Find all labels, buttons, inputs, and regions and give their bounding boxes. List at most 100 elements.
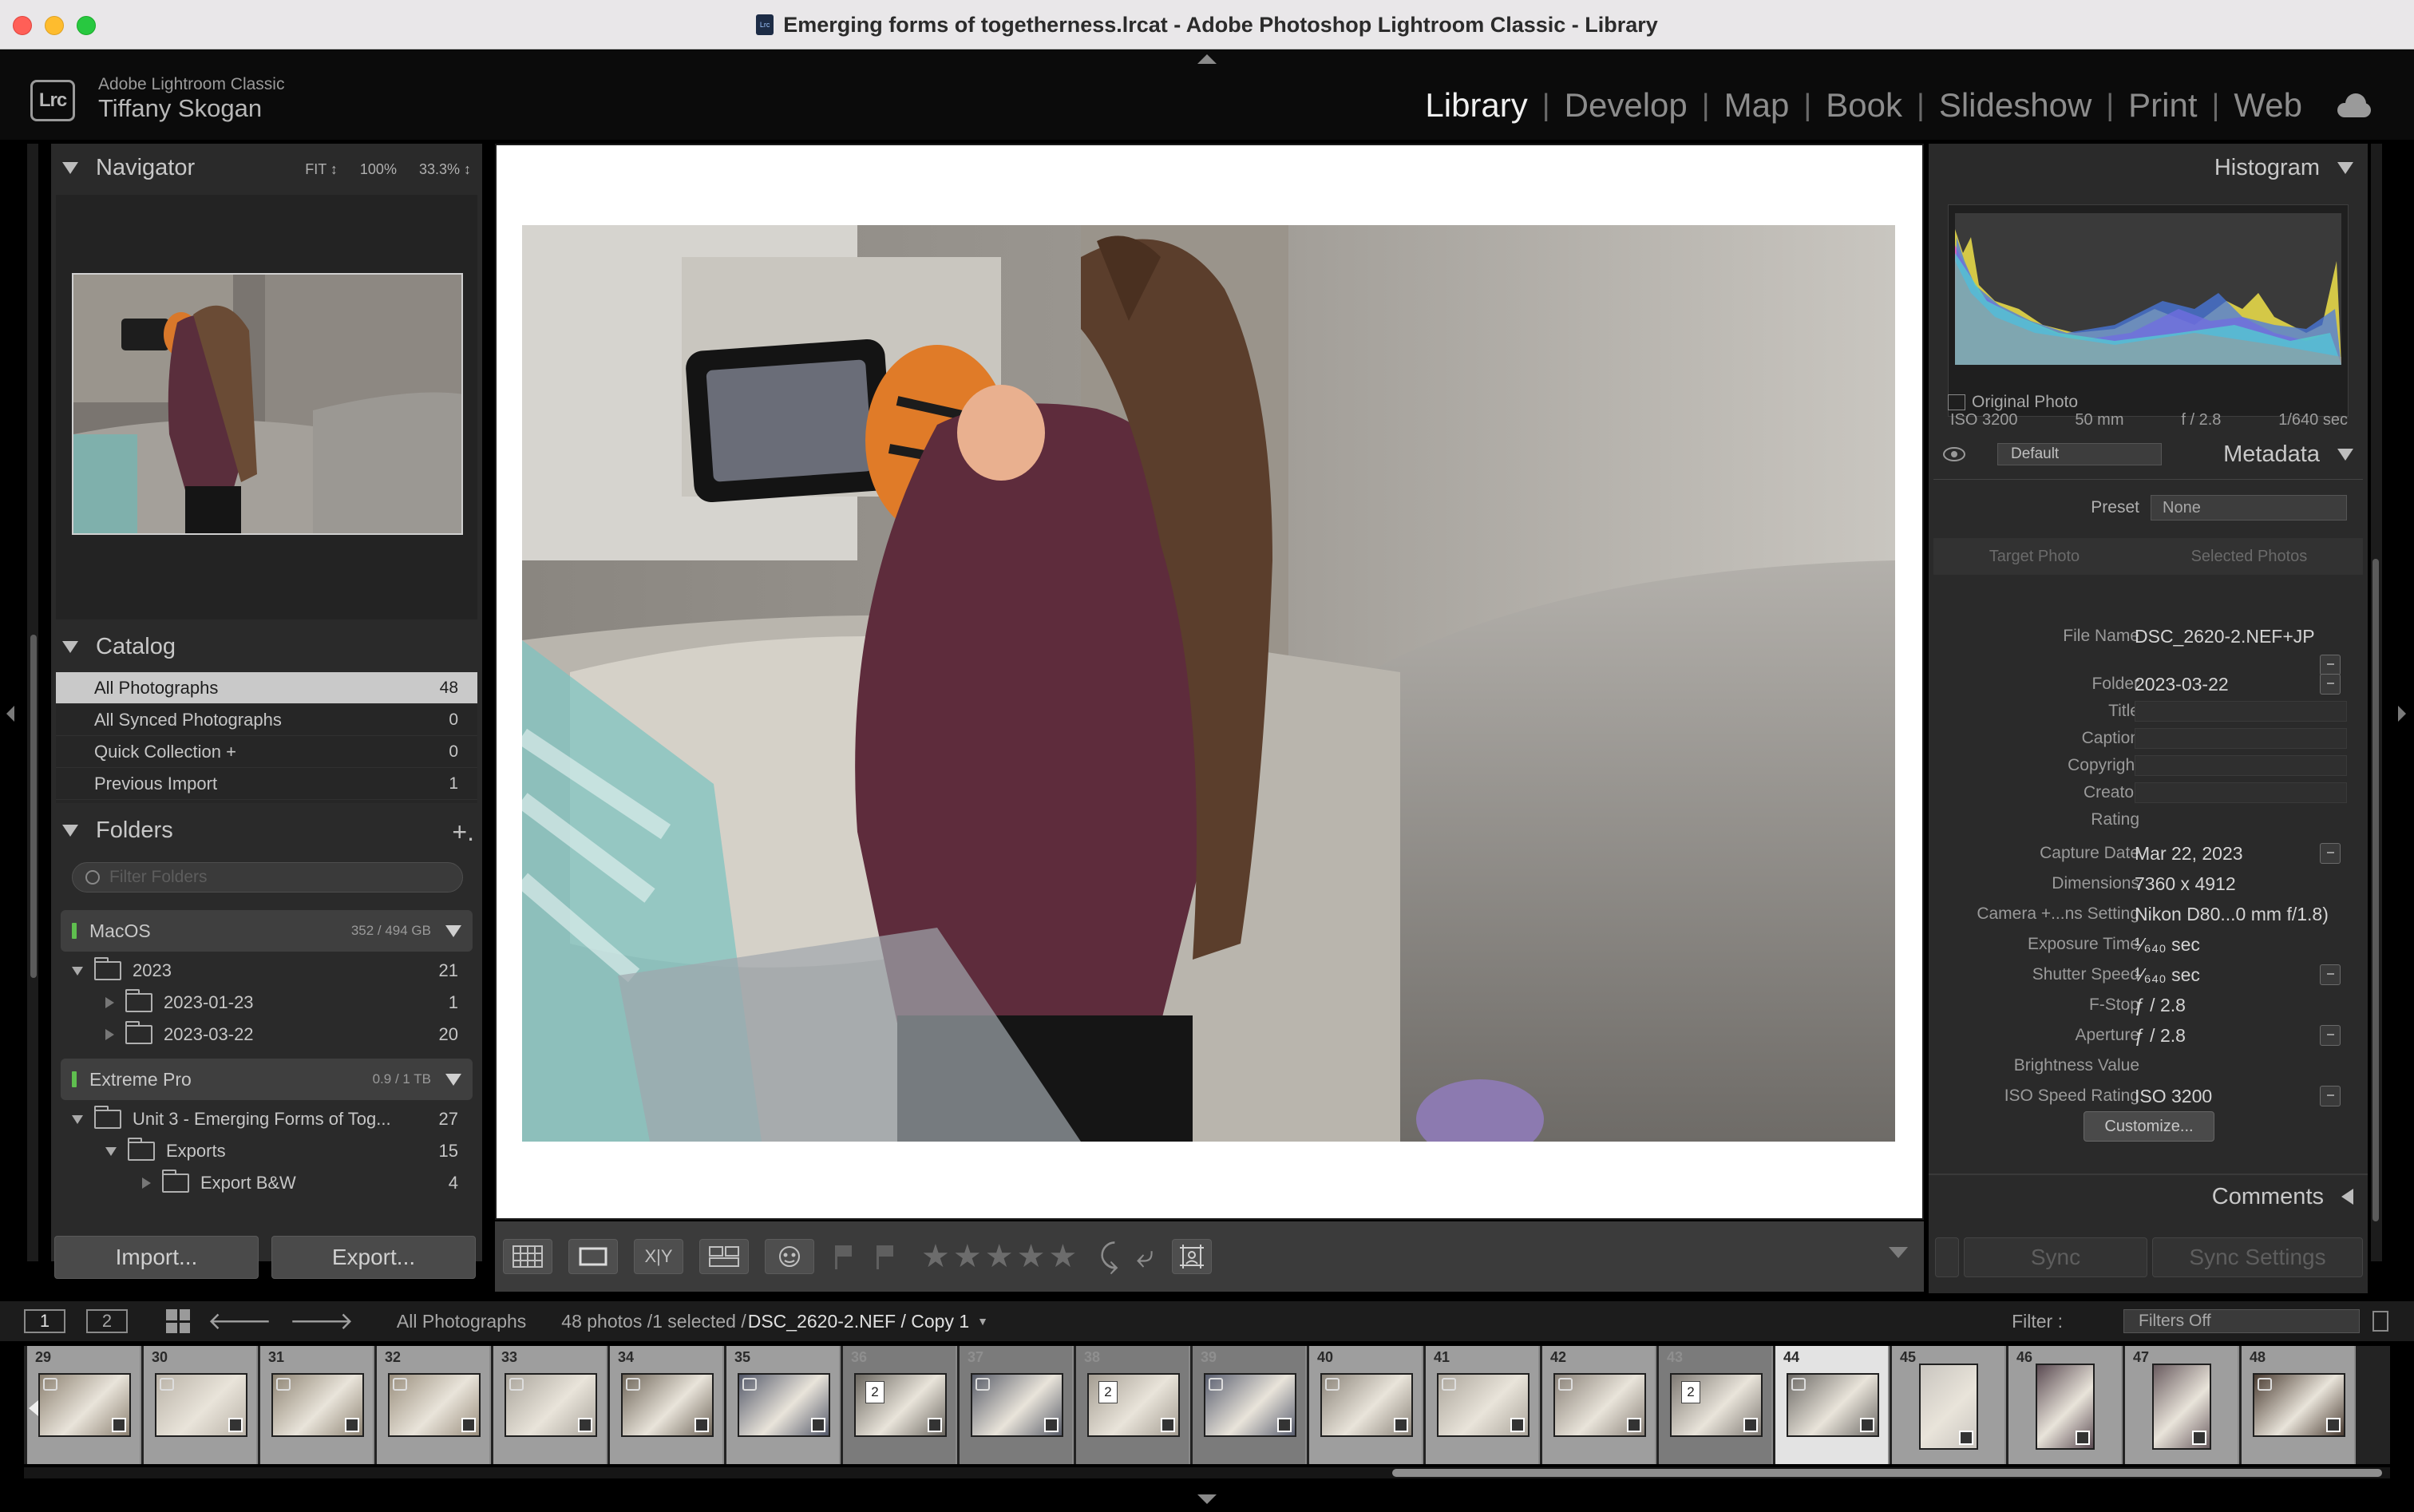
filmstrip-thumbnail[interactable] (38, 1373, 131, 1437)
catalog-item-previous-import[interactable]: Previous Import 1 (56, 768, 477, 800)
folder-expand-icon[interactable] (105, 997, 114, 1008)
go-to-folder-icon[interactable] (2320, 674, 2341, 695)
target-photo-button[interactable]: Target Photo (1989, 548, 2080, 566)
filmstrip-left-arrow-icon[interactable] (29, 1400, 38, 1416)
crop-overlay-button[interactable] (1171, 1239, 1212, 1274)
folder-expand-icon[interactable] (105, 1029, 114, 1040)
filmstrip-cell[interactable]: 36 2 (843, 1346, 957, 1464)
volume-extreme-pro[interactable]: Extreme Pro 0.9 / 1 TB (61, 1059, 473, 1100)
folder-expand-icon[interactable] (105, 1146, 117, 1156)
survey-view-button[interactable] (699, 1239, 749, 1274)
catalog-header[interactable]: Catalog (51, 623, 482, 671)
navigator-thumbnail[interactable] (72, 273, 463, 535)
module-develop[interactable]: Develop (1550, 86, 1702, 125)
catalog-item-quick-collection[interactable]: Quick Collection + 0 (56, 736, 477, 768)
customize-button[interactable]: Customize... (2084, 1111, 2214, 1142)
stack-count-badge[interactable]: 2 (1681, 1381, 1700, 1403)
filmstrip-cell[interactable]: 47 (2125, 1346, 2239, 1464)
preset-select[interactable]: None (2151, 495, 2347, 520)
main-window-button[interactable]: 1 (24, 1309, 65, 1333)
filmstrip-cell[interactable]: 39 (1193, 1346, 1307, 1464)
filmstrip-thumbnail[interactable] (388, 1373, 481, 1437)
volume-macos[interactable]: MacOS 352 / 494 GB (61, 910, 473, 952)
toolbar-content-menu-icon[interactable] (1889, 1247, 1908, 1258)
sync-settings-button[interactable]: Sync Settings (2152, 1237, 2363, 1277)
collapse-triangle-icon[interactable] (62, 640, 78, 653)
zoom-custom[interactable]: 33.3% ↕ (419, 161, 471, 178)
sync-metadata-button[interactable]: Sync (1964, 1237, 2147, 1277)
import-button[interactable]: Import... (54, 1236, 259, 1279)
filmstrip-thumbnail[interactable] (1919, 1364, 1978, 1450)
filmstrip-cell[interactable]: 48 (2242, 1346, 2356, 1464)
collapse-left-panel-icon[interactable] (6, 706, 14, 722)
filmstrip-cell[interactable]: 42 (1542, 1346, 1656, 1464)
people-view-button[interactable] (765, 1239, 814, 1274)
filmstrip-thumbnail[interactable] (621, 1373, 714, 1437)
module-slideshow[interactable]: Slideshow (1925, 86, 2106, 125)
stack-count-badge[interactable]: 2 (865, 1381, 884, 1403)
zoom-fit[interactable]: FIT ↕ (305, 161, 338, 178)
eye-icon[interactable] (1943, 447, 1965, 461)
collapse-filmstrip-icon[interactable] (1197, 1494, 1217, 1504)
filmstrip-cell[interactable]: 37 (960, 1346, 1074, 1464)
folder-row-2023[interactable]: 2023 21 (56, 955, 477, 987)
filmstrip-cell[interactable]: 35 (726, 1346, 841, 1464)
original-photo-checkbox[interactable] (1948, 394, 1965, 410)
left-scrollbar-thumb[interactable] (30, 635, 37, 978)
right-scrollbar-thumb[interactable] (2372, 559, 2379, 1221)
chevron-down-icon[interactable]: ▼ (977, 1315, 988, 1328)
creator-input[interactable] (2135, 782, 2347, 803)
forward-arrow-icon[interactable]: 🡒 (289, 1307, 353, 1336)
caption-input[interactable] (2135, 728, 2347, 749)
module-book[interactable]: Book (1811, 86, 1917, 125)
copyright-input[interactable] (2135, 755, 2347, 776)
loupe-view-button[interactable] (568, 1239, 618, 1274)
filmstrip-thumbnail[interactable]: 2 (1087, 1373, 1180, 1437)
filmstrip-cell[interactable]: 38 2 (1076, 1346, 1190, 1464)
auto-sync-switch[interactable] (1935, 1237, 1959, 1277)
filmstrip-cell[interactable]: 43 2 (1659, 1346, 1773, 1464)
histogram-header[interactable]: Histogram (1929, 144, 2368, 192)
back-arrow-icon[interactable]: 🡐 (208, 1307, 271, 1336)
module-web[interactable]: Web (2219, 86, 2317, 125)
original-photo-toggle[interactable]: Original Photo (1948, 393, 2078, 412)
filmstrip-source[interactable]: All Photographs (397, 1311, 526, 1332)
folder-row-2023-03-22[interactable]: 2023-03-22 20 (56, 1019, 477, 1051)
navigator-header[interactable]: Navigator FIT ↕ 100% 33.3% ↕ (51, 144, 482, 192)
filmstrip-cell[interactable]: 45 (1892, 1346, 2006, 1464)
filmstrip-thumbnail[interactable] (155, 1373, 247, 1437)
comments-header[interactable]: Comments (1929, 1174, 2368, 1218)
filmstrip-cell[interactable]: 31 (260, 1346, 374, 1464)
folder-row-exports[interactable]: Exports 15 (56, 1135, 477, 1167)
add-folder-icon[interactable]: +. (452, 817, 474, 847)
folder-row-unit-3[interactable]: Unit 3 - Emerging Forms of Tog... 27 (56, 1103, 477, 1135)
compare-view-button[interactable]: X|Y (634, 1239, 683, 1274)
export-button[interactable]: Export... (271, 1236, 476, 1279)
secondary-window-button[interactable]: 2 (86, 1309, 128, 1333)
metadata-header[interactable]: Default Metadata (1929, 433, 2368, 476)
filmstrip-thumbnail[interactable] (971, 1373, 1063, 1437)
collapse-triangle-icon[interactable] (2337, 161, 2353, 174)
filmstrip-thumbnail[interactable]: 2 (854, 1373, 947, 1437)
rotate-left-icon[interactable]: ⤹ (1099, 1239, 1118, 1275)
filmstrip-thumbnail[interactable]: 2 (1670, 1373, 1763, 1437)
filmstrip-cell[interactable]: 33 (493, 1346, 607, 1464)
filmstrip-thumbnail[interactable] (738, 1373, 830, 1437)
loupe-view[interactable] (495, 144, 1924, 1220)
meta-action-icon[interactable] (2320, 843, 2341, 864)
filmstrip-filename[interactable]: DSC_2620-2.NEF / Copy 1 (748, 1311, 969, 1332)
catalog-item-all-photographs[interactable]: All Photographs 48 (56, 672, 477, 704)
collapse-right-panel-icon[interactable] (2398, 706, 2406, 722)
meta-action-icon[interactable] (2320, 1086, 2341, 1106)
zoom-100[interactable]: 100% (360, 161, 397, 178)
folder-expand-icon[interactable] (72, 966, 83, 976)
filmstrip-thumbnail[interactable] (1320, 1373, 1413, 1437)
folder-row-2023-01-23[interactable]: 2023-01-23 1 (56, 987, 477, 1019)
cloud-sync-icon[interactable] (2334, 93, 2374, 117)
collapse-triangle-icon[interactable] (2337, 448, 2353, 461)
module-print[interactable]: Print (2114, 86, 2211, 125)
filmstrip-thumbnail[interactable] (1437, 1373, 1530, 1437)
grid-icon[interactable] (166, 1309, 190, 1333)
title-input[interactable] (2135, 701, 2347, 722)
filmstrip-cell[interactable]: 40 (1309, 1346, 1423, 1464)
